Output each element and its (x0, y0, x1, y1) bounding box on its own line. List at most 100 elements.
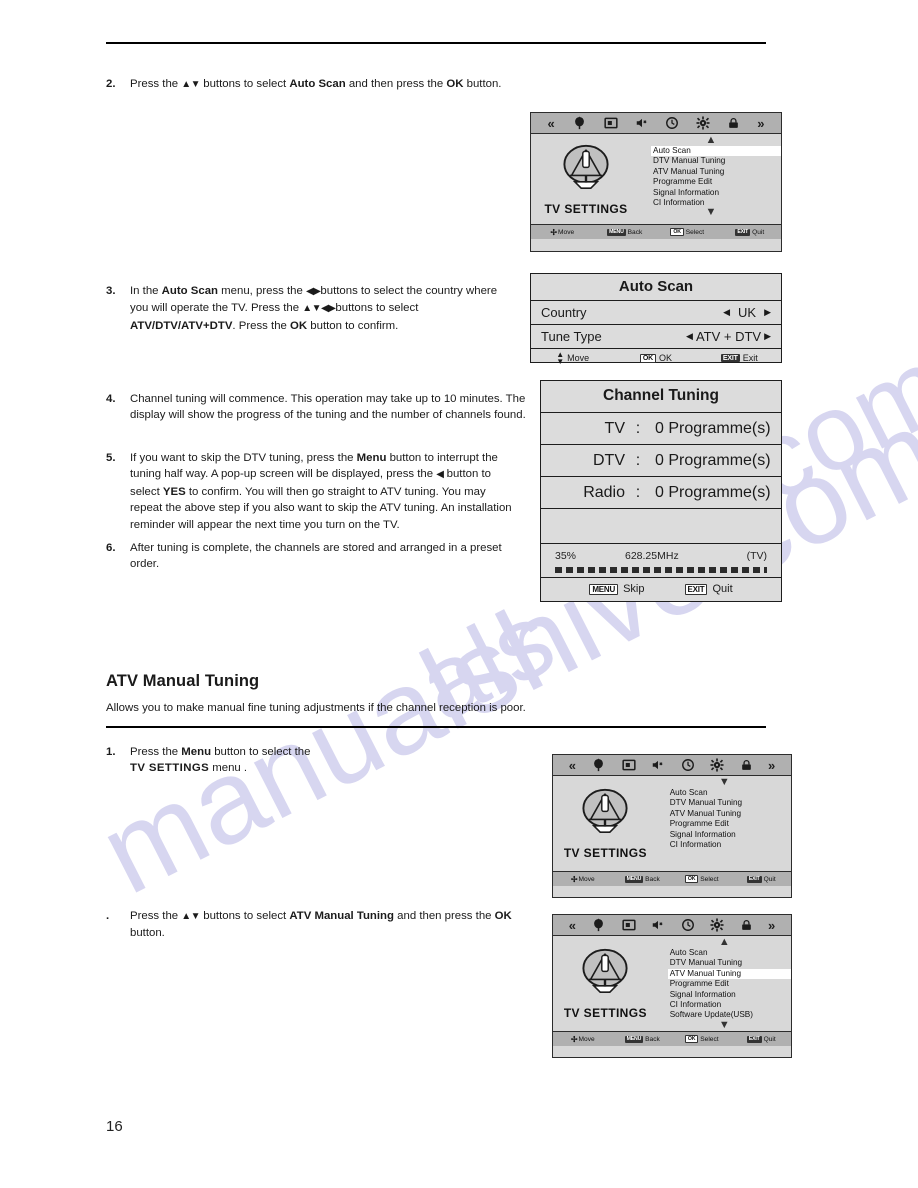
osd-1-item-signal-information[interactable]: Signal Information (651, 188, 781, 198)
antenna-icon[interactable] (591, 758, 606, 773)
sound-icon[interactable] (651, 758, 665, 772)
channel-tuning-spacer (541, 509, 781, 544)
chevron-left-icon[interactable]: « (569, 759, 576, 772)
exit-key-icon: EXIT (735, 228, 751, 236)
gear-icon[interactable] (710, 918, 724, 932)
ok-key-icon: OK (684, 1035, 699, 1043)
osd-1-item-auto-scan[interactable]: Auto Scan (651, 146, 781, 157)
step-2-bold-2: OK (446, 78, 464, 90)
osd-1-footer-move-label: Move (558, 228, 575, 236)
picture-icon[interactable] (603, 116, 618, 130)
osd-2-item-auto-scan[interactable]: Auto Scan (668, 788, 791, 798)
tune-type-value-group: ◀ ATV + DTV ▶ (686, 329, 771, 344)
auto-scan-row-tune-type[interactable]: Tune Type ◀ ATV + DTV ▶ (531, 325, 781, 349)
antenna-icon[interactable] (591, 918, 606, 933)
channel-tuning-footer-quit[interactable]: EXIT Quit (684, 583, 733, 595)
osd-2-menu-area: ▼ Auto Scan DTV Manual Tuning ATV Manual… (658, 776, 791, 871)
osd-2-item-programme-edit[interactable]: Programme Edit (668, 819, 791, 829)
channel-tuning-footer: MENU Skip EXIT Quit (541, 578, 781, 600)
osd-3-item-dtv-manual-tuning[interactable]: DTV Manual Tuning (668, 958, 791, 968)
atv-step-2-bold-1: ATV Manual Tuning (289, 910, 394, 922)
tune-type-right-arrow-icon[interactable]: ▶ (764, 331, 771, 342)
osd-1-item-ci-information[interactable]: CI Information (651, 198, 781, 208)
osd-2-item-dtv-manual-tuning[interactable]: DTV Manual Tuning (668, 798, 791, 808)
osd-1-footer-select: OK Select (656, 228, 719, 236)
chevron-right-icon[interactable]: » (768, 919, 775, 932)
country-right-arrow-icon[interactable]: ▶ (764, 307, 771, 318)
auto-scan-row-country[interactable]: Country ◀ UK ▶ (531, 301, 781, 325)
osd-1-footer-back: MENU Back (594, 228, 657, 236)
channel-tuning-row-radio: Radio : 0 Programme(s) (541, 477, 781, 509)
scroll-up-chevron-icon[interactable]: ▲ (658, 937, 791, 948)
clock-icon[interactable] (665, 116, 679, 130)
country-value: UK (738, 305, 757, 320)
osd-1-item-programme-edit[interactable]: Programme Edit (651, 177, 781, 187)
auto-scan-footer-exit-label: Exit (742, 353, 758, 363)
atv-step-2-part-4: button. (130, 927, 165, 940)
country-left-arrow-icon[interactable]: ◀ (723, 307, 730, 318)
osd-3-item-auto-scan[interactable]: Auto Scan (668, 948, 791, 958)
osd-3-item-atv-manual-tuning[interactable]: ATV Manual Tuning (667, 968, 791, 980)
atv-step-1-part-1: Press the (130, 746, 182, 758)
sound-icon[interactable] (651, 918, 665, 932)
osd-3-footer-move-label: Move (578, 1035, 595, 1043)
osd-2-main: TV SETTINGS ▼ Auto Scan DTV Manual Tunin… (553, 776, 791, 871)
step-3-bold-3: OK (290, 319, 308, 332)
dtv-count: 0 Programme(s) (655, 451, 771, 469)
step-6: 6. After tuning is complete, the channel… (106, 540, 524, 573)
chevron-left-icon[interactable]: « (547, 117, 554, 130)
manual-page: 2. Press the ▲▼ buttons to select Auto S… (0, 0, 918, 1188)
atv-step-1-part-3: menu . (209, 762, 248, 775)
osd-2-item-signal-information[interactable]: Signal Information (668, 830, 791, 840)
clock-icon[interactable] (681, 918, 695, 932)
antenna-icon[interactable] (572, 116, 587, 131)
scroll-down-chevron-icon[interactable]: ▼ (641, 207, 781, 218)
osd-2-item-ci-information[interactable]: CI Information (668, 840, 791, 850)
osd-1-item-atv-manual-tuning[interactable]: ATV Manual Tuning (651, 167, 781, 177)
atv-step-2-part-3: and then press the (393, 910, 495, 922)
lock-icon[interactable] (740, 759, 753, 772)
osd-2-item-atv-manual-tuning[interactable]: ATV Manual Tuning (668, 809, 791, 819)
osd-2-footer-move-label: Move (578, 875, 595, 883)
atv-step-2-number: . (106, 910, 110, 922)
atv-step-2-part-1: Press the (130, 910, 182, 922)
osd-3-item-signal-information[interactable]: Signal Information (668, 990, 791, 1000)
osd-3-title: TV SETTINGS (563, 1006, 647, 1020)
channel-tuning-footer-skip[interactable]: MENU Skip (589, 583, 645, 595)
osd-1-item-dtv-manual-tuning[interactable]: DTV Manual Tuning (651, 156, 781, 166)
picture-icon[interactable] (622, 918, 636, 932)
step-3-bold-1: Auto Scan (161, 285, 218, 297)
osd-1-footer-quit-label: Quit (752, 228, 765, 236)
progress-info-line: 35% 628.25MHz (TV) (555, 550, 767, 562)
step-6-text: After tuning is complete, the channels a… (130, 542, 502, 571)
step-5-bold-2: YES (162, 485, 186, 498)
picture-icon[interactable] (622, 758, 636, 772)
osd-2-footer-move: ✢ Move (553, 875, 613, 884)
menu-key-icon: MENU (607, 228, 626, 236)
chevron-left-icon[interactable]: « (569, 919, 576, 932)
channel-tuning-row-tv: TV : 0 Programme(s) (541, 413, 781, 445)
scroll-down-chevron-icon[interactable]: ▼ (658, 1019, 791, 1031)
osd-1-footer-back-label: Back (627, 228, 643, 236)
osd-3-item-programme-edit[interactable]: Programme Edit (668, 979, 791, 989)
step-3-part-6: button to confirm. (307, 319, 399, 332)
gear-icon[interactable] (710, 758, 724, 772)
chevron-right-icon[interactable]: » (757, 117, 764, 130)
tune-type-left-arrow-icon[interactable]: ◀ (686, 331, 693, 342)
step-5-text: If you want to skip the DTV tuning, pres… (130, 450, 516, 533)
chevron-right-icon[interactable]: » (768, 759, 775, 772)
clock-icon[interactable] (681, 758, 695, 772)
step-3-part-2: menu, press the (218, 285, 307, 297)
scroll-down-chevron-icon[interactable]: ▼ (658, 777, 791, 788)
progress-bar (555, 567, 767, 573)
step-3-text: In the Auto Scan menu, press the ◀▶ butto… (130, 283, 518, 334)
scroll-up-chevron-icon[interactable]: ▲ (641, 135, 781, 146)
osd-3-item-ci-information[interactable]: CI Information (668, 1000, 791, 1010)
progress-percent: 35% (555, 550, 577, 562)
atv-step-1-number: 1. (106, 746, 116, 758)
sound-icon[interactable] (635, 116, 649, 130)
gear-icon[interactable] (696, 116, 710, 130)
lock-icon[interactable] (740, 919, 753, 932)
osd-3-footer-select: OK Select (672, 1035, 732, 1043)
lock-icon[interactable] (727, 117, 740, 130)
